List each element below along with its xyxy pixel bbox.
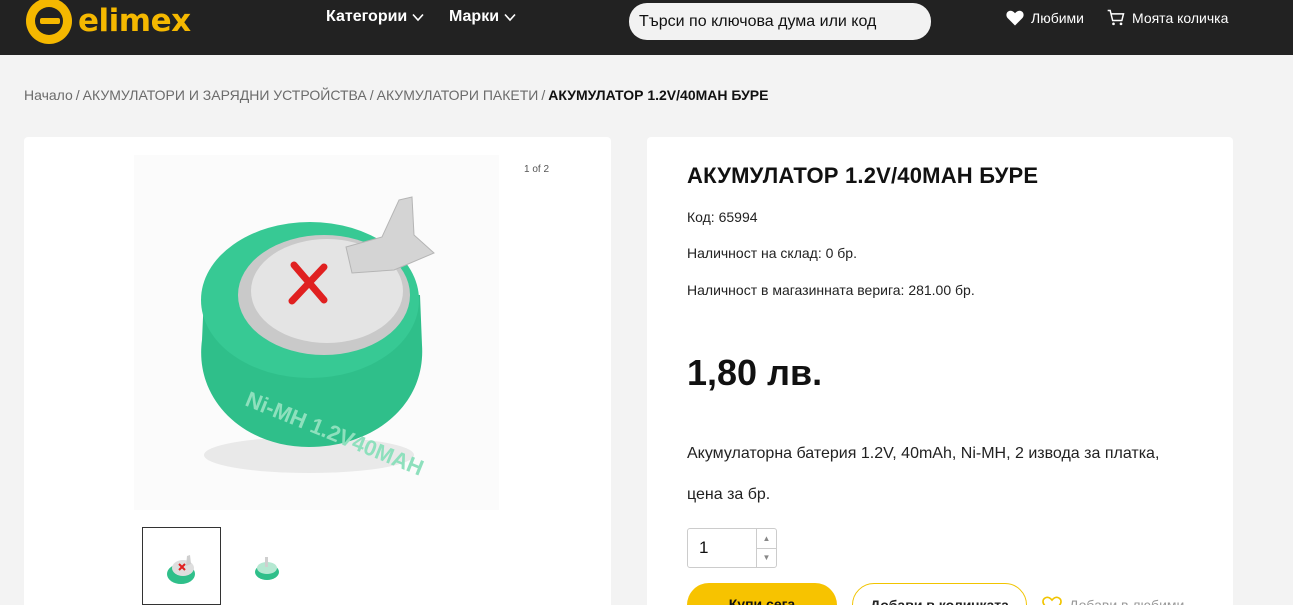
nav-brands-label: Марки xyxy=(449,8,500,25)
gallery-counter: 1 of 2 xyxy=(524,164,550,175)
product-gallery: Ni-MH 1.2V40MAH 1 of 2 xyxy=(24,137,611,605)
chevron-down-icon xyxy=(412,13,424,22)
logo-mark-icon xyxy=(26,0,72,44)
elimex-logo[interactable]: elimex xyxy=(26,0,191,45)
cart-label: Моята количка xyxy=(1132,10,1229,26)
heart-outline-icon xyxy=(1042,596,1062,605)
battery-image: Ni-MH 1.2V40MAH xyxy=(201,196,435,481)
product-main-image[interactable]: Ni-MH 1.2V40MAH xyxy=(134,155,499,510)
quantity-down-icon[interactable]: ▼ xyxy=(757,547,776,568)
stock-warehouse: Наличност на склад: 0 бр. xyxy=(687,245,857,261)
breadcrumb-current: АКУМУЛАТОР 1.2V/40MAH БУРЕ xyxy=(548,87,769,103)
thumbnail-image xyxy=(167,555,195,584)
thumbnail-2[interactable] xyxy=(227,527,306,605)
breadcrumb-separator: / xyxy=(541,87,546,103)
quantity-spinner: ▲ ▼ xyxy=(756,529,776,567)
product-description: Акумулаторна батерия 1.2V, 40mAh, Ni-MH,… xyxy=(687,433,1187,515)
buy-now-button[interactable]: Купи сега xyxy=(687,583,837,605)
thumbnail-1[interactable] xyxy=(142,527,221,605)
breadcrumb-separator: / xyxy=(75,87,80,103)
description-line: Акумулаторна батерия 1.2V, 40mAh, Ni-MH,… xyxy=(687,445,1160,462)
add-to-favorites-label: Добави в любими xyxy=(1069,597,1185,605)
quantity-up-icon[interactable]: ▲ xyxy=(757,529,776,548)
search-box xyxy=(629,3,931,40)
add-to-favorites-link[interactable]: Добави в любими xyxy=(1041,594,1184,605)
add-to-cart-button[interactable]: Добави в количката xyxy=(852,583,1027,605)
breadcrumb: Начало / АКУМУЛАТОРИ И ЗАРЯДНИ УСТРОЙСТВА /… xyxy=(24,87,768,103)
nav-categories-label: Категории xyxy=(326,8,408,25)
logo-text: elimex xyxy=(78,3,191,39)
product-info: АКУМУЛАТОР 1.2V/40MAH БУРЕ Код: 65994 На… xyxy=(647,137,1233,605)
favorites-label: Любими xyxy=(1031,10,1084,26)
stock-chain: Наличност в магазинната верига: 281.00 б… xyxy=(687,282,975,298)
cart-link[interactable]: Моята количка xyxy=(1106,8,1228,28)
product-price: 1,80 лв. xyxy=(687,352,823,393)
nav-brands[interactable]: Марки xyxy=(449,8,517,26)
nav-categories[interactable]: Категории xyxy=(326,8,425,26)
breadcrumb-subcategory[interactable]: АКУМУЛАТОРИ ПАКЕТИ xyxy=(377,87,539,103)
quantity-stepper: ▲ ▼ xyxy=(687,528,777,568)
breadcrumb-home[interactable]: Начало xyxy=(24,87,73,103)
cart-icon xyxy=(1107,9,1125,26)
heart-icon xyxy=(1006,10,1024,26)
search-input[interactable] xyxy=(639,12,921,31)
product-title: АКУМУЛАТОР 1.2V/40MAH БУРЕ xyxy=(687,163,1039,188)
product-code: Код: 65994 xyxy=(687,209,758,225)
breadcrumb-separator: / xyxy=(369,87,374,103)
top-header: elimex Категории Марки Любими Моята коли… xyxy=(0,0,1293,55)
favorites-link[interactable]: Любими xyxy=(1005,8,1084,28)
breadcrumb-category[interactable]: АКУМУЛАТОРИ И ЗАРЯДНИ УСТРОЙСТВА xyxy=(83,87,367,103)
thumbnail-image xyxy=(255,557,279,580)
quantity-input[interactable] xyxy=(688,529,756,567)
chevron-down-icon xyxy=(504,13,516,22)
description-line: цена за бр. xyxy=(687,486,771,503)
